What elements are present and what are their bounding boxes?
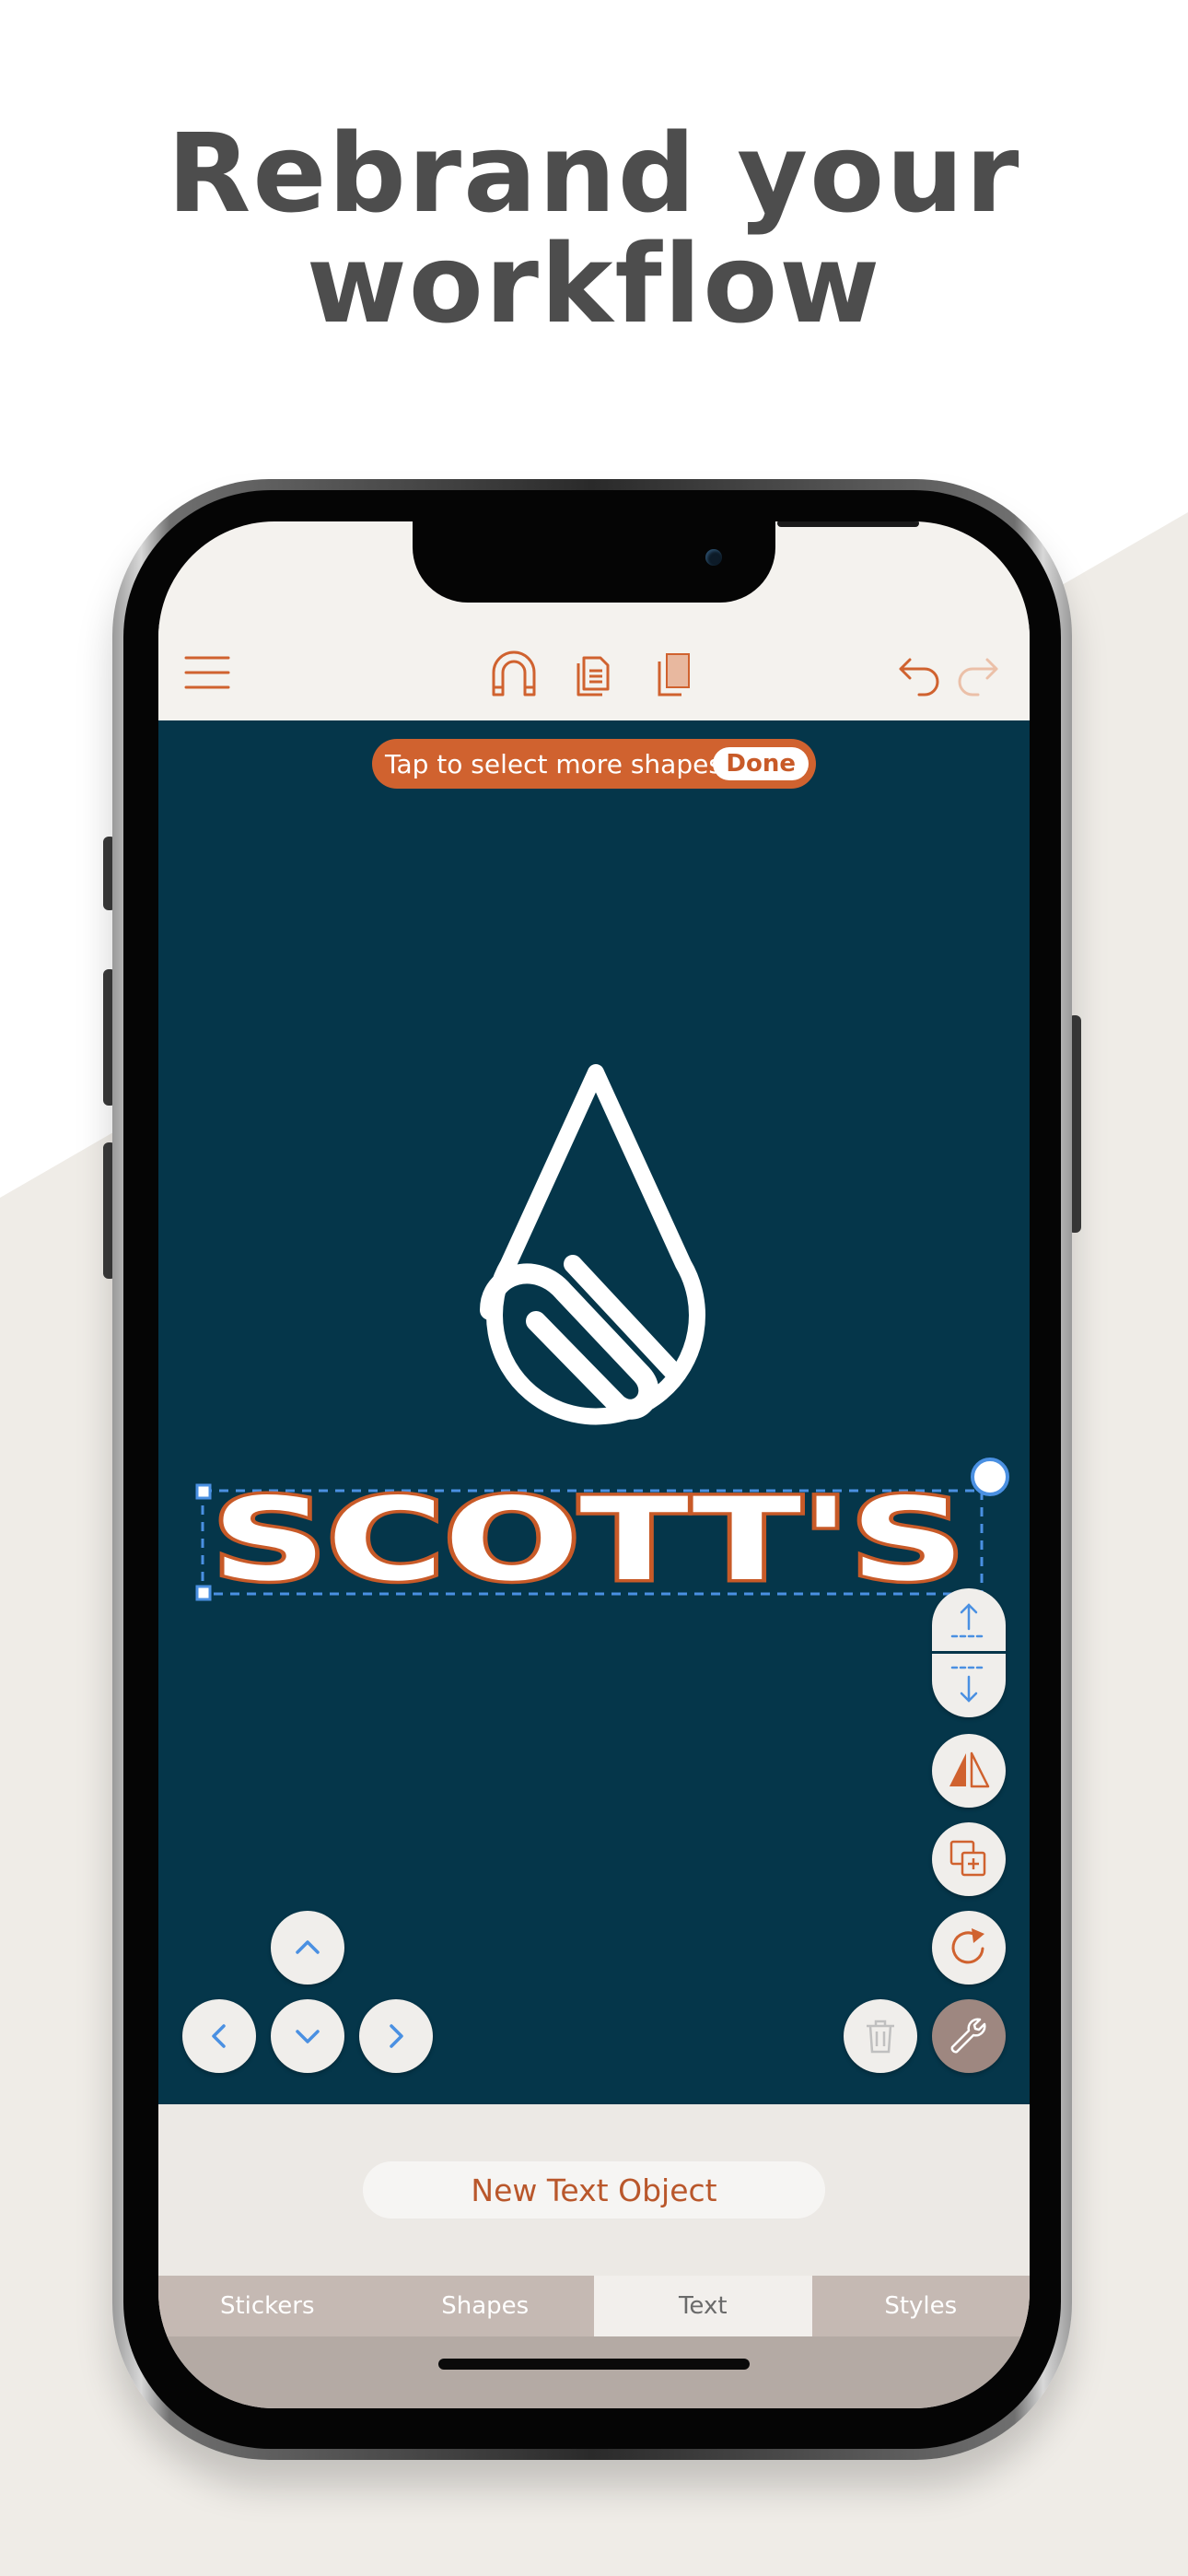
tab-text[interactable]: Text — [594, 2276, 812, 2336]
rotate-icon — [951, 1928, 984, 1964]
water-drop-s-logo-icon[interactable] — [472, 1061, 720, 1448]
layer-divider — [932, 1651, 1006, 1654]
logo-text: SCOTT'S — [212, 1481, 965, 1601]
delete-button[interactable] — [844, 1999, 917, 2073]
magnet-icon — [492, 650, 536, 697]
home-indicator[interactable] — [438, 2359, 750, 2370]
tab-styles[interactable]: Styles — [812, 2276, 1031, 2336]
arrow-left-icon — [212, 2024, 226, 2048]
layer-order-control — [932, 1588, 1006, 1717]
front-camera — [705, 549, 722, 566]
send-backward-icon[interactable] — [949, 1660, 989, 1706]
toast-done-button[interactable]: Done — [713, 747, 809, 780]
bottom-tab-bar: Stickers Shapes Text Styles — [158, 2276, 1030, 2336]
design-canvas[interactable]: Tap to select more shapes. Done SCOTT'S — [158, 720, 1030, 2104]
home-indicator-area — [158, 2336, 1030, 2408]
resize-handle-top-left[interactable] — [195, 1483, 212, 1500]
headline-line-1: Rebrand your — [167, 110, 1021, 237]
hamburger-menu-icon — [184, 656, 230, 689]
logo-text-object[interactable]: SCOTT'S — [195, 1481, 993, 1601]
duplicate-icon — [949, 1840, 986, 1877]
phone-notch — [413, 521, 919, 603]
arrow-up-icon — [296, 1940, 320, 1954]
undo-icon — [899, 658, 939, 697]
flip-icon — [949, 1751, 990, 1788]
rotate-button[interactable] — [932, 1911, 1006, 1985]
duplicate-button[interactable] — [932, 1822, 1006, 1896]
arrow-down-icon — [296, 2030, 320, 2043]
arrow-right-icon — [390, 2024, 403, 2048]
magnet-button[interactable] — [486, 645, 542, 700]
undo-button[interactable] — [891, 645, 947, 700]
nudge-left-button[interactable] — [182, 1999, 256, 2073]
nudge-up-button[interactable] — [271, 1911, 344, 1985]
tab-shapes[interactable]: Shapes — [377, 2276, 595, 2336]
redo-button[interactable] — [950, 645, 1006, 700]
phone-screen: Tap to select more shapes. Done SCOTT'S — [158, 521, 1030, 2408]
paste-button[interactable] — [646, 645, 702, 700]
redo-icon — [958, 658, 998, 697]
bottom-panel: New Text Object — [158, 2104, 1030, 2276]
toast-message: Tap to select more shapes. — [385, 748, 730, 779]
resize-handle-bottom-left[interactable] — [195, 1585, 212, 1601]
nudge-down-button[interactable] — [271, 1999, 344, 2073]
wrench-icon — [950, 2018, 986, 2054]
bring-forward-icon[interactable] — [949, 1599, 989, 1645]
new-text-object-button[interactable]: New Text Object — [363, 2161, 825, 2219]
flip-button[interactable] — [932, 1734, 1006, 1808]
trash-icon — [867, 2020, 894, 2054]
speaker-grille — [777, 521, 919, 527]
nudge-right-button[interactable] — [359, 1999, 433, 2073]
headline-line-2: workflow — [306, 220, 882, 347]
top-toolbar — [158, 623, 1030, 724]
paste-icon — [658, 653, 690, 697]
copy-button[interactable] — [567, 645, 623, 700]
copy-icon — [577, 656, 610, 697]
tab-stickers[interactable]: Stickers — [158, 2276, 377, 2336]
hamburger-menu-button[interactable] — [181, 645, 236, 700]
rotate-handle[interactable] — [971, 1458, 1009, 1496]
headline: Rebrand your workflow — [0, 118, 1188, 339]
settings-button[interactable] — [932, 1999, 1006, 2073]
selection-toast: Tap to select more shapes. Done — [372, 739, 816, 789]
